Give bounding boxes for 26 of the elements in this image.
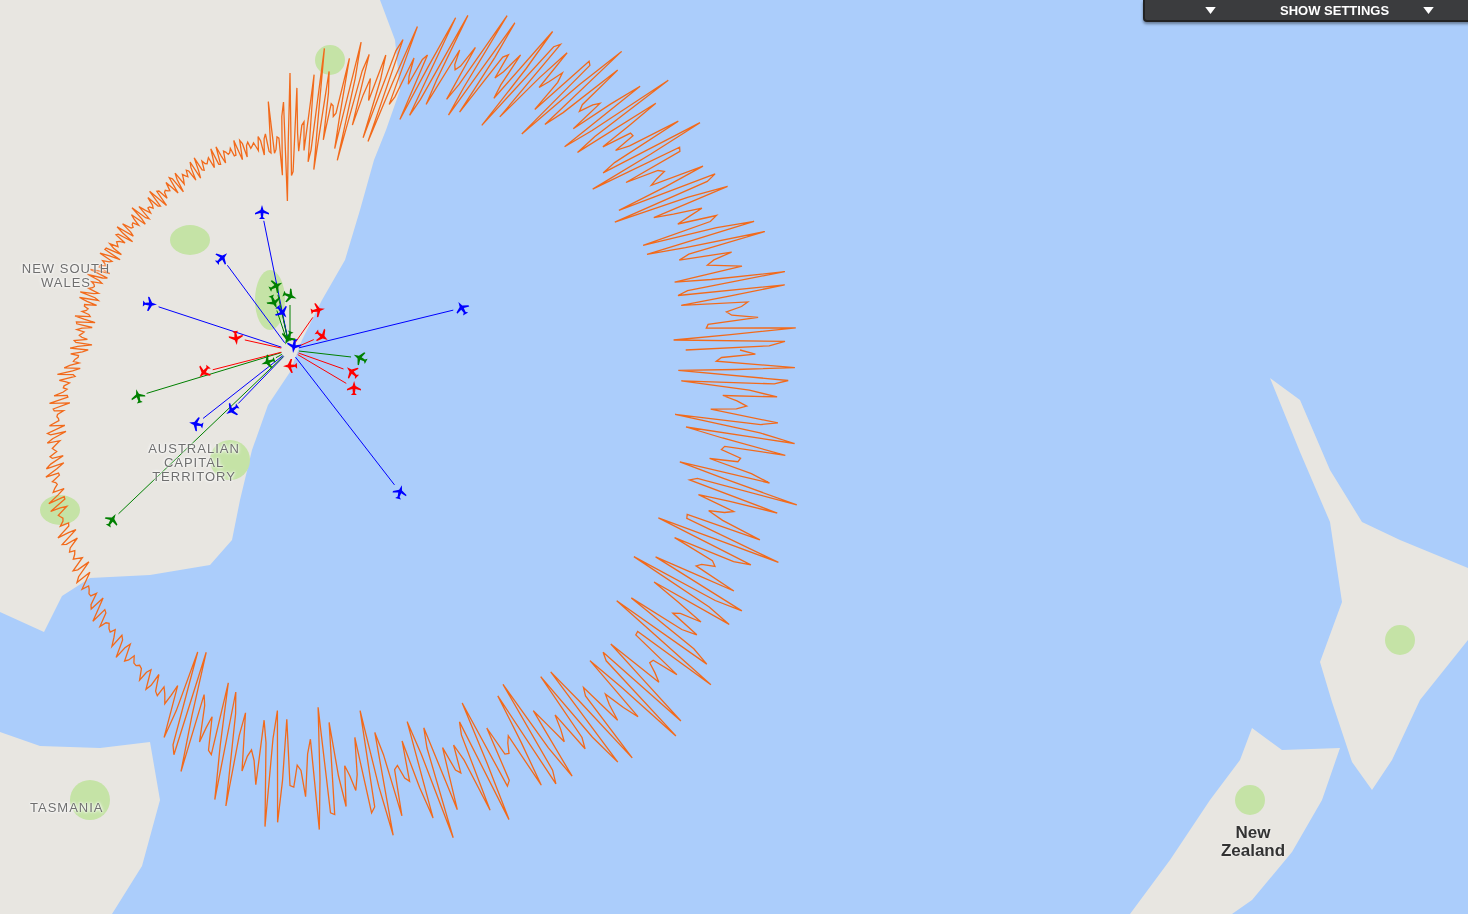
aircraft-icon[interactable]: [310, 303, 325, 318]
caret-icon: [1205, 6, 1216, 14]
aircraft-icon[interactable]: [214, 253, 228, 265]
aircraft-icon[interactable]: [287, 338, 302, 353]
aircraft-icon[interactable]: [261, 354, 276, 369]
aircraft-icon[interactable]: [266, 294, 281, 309]
aircraft-icon[interactable]: [142, 296, 157, 311]
aircraft-icon[interactable]: [199, 364, 211, 378]
aircraft-icon[interactable]: [456, 302, 470, 316]
aircraft-icon[interactable]: [392, 485, 407, 500]
aircraft-icon[interactable]: [283, 358, 298, 373]
caret-icon: [1423, 6, 1435, 14]
aircraft-icon[interactable]: [282, 330, 296, 345]
aircraft-icon[interactable]: [228, 330, 243, 345]
aircraft-icon[interactable]: [255, 205, 269, 219]
aircraft-icon[interactable]: [314, 328, 328, 342]
aircraft-icon[interactable]: [275, 304, 287, 318]
show-settings-button[interactable]: SHOW SETTINGS: [1280, 2, 1390, 18]
aircraft-icon[interactable]: [226, 402, 240, 416]
aircraft-icon[interactable]: [131, 389, 146, 404]
aircraft-icon[interactable]: [268, 280, 283, 294]
map-label: TASMANIA: [30, 801, 104, 815]
aircraft-icon[interactable]: [104, 514, 118, 528]
aircraft-icon[interactable]: [282, 288, 297, 303]
aircraft-icon[interactable]: [189, 417, 204, 432]
map-label: New Zealand: [1219, 824, 1287, 860]
